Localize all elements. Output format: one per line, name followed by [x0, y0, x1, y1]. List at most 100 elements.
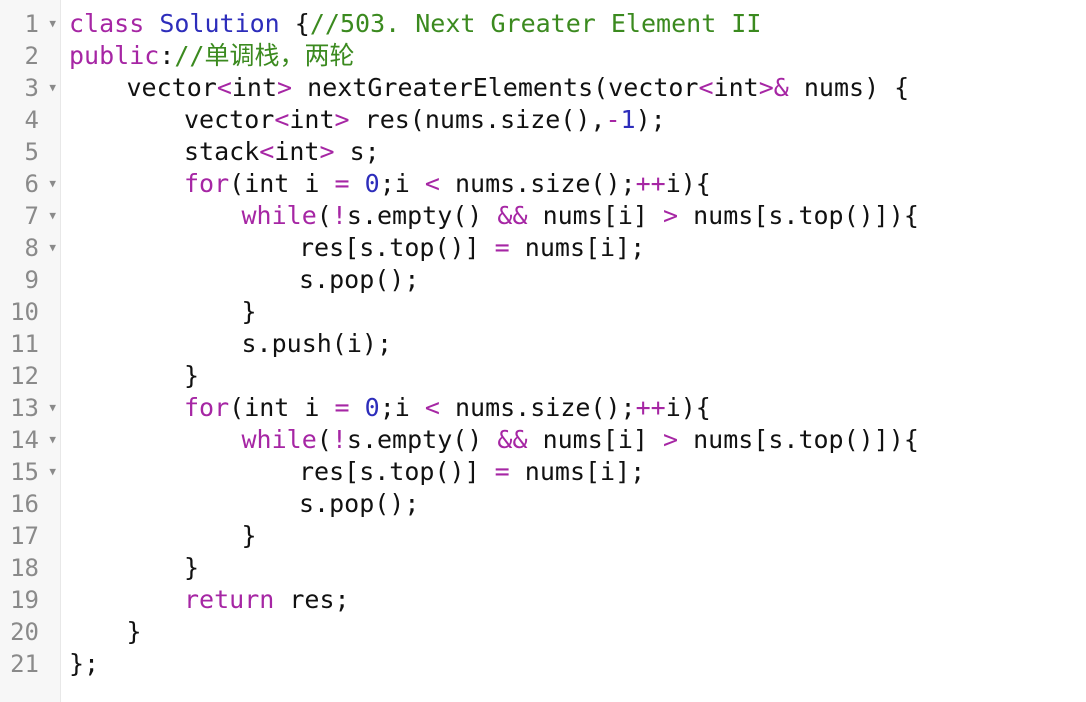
- code-line[interactable]: for(int i = 0;i < nums.size();++i){: [61, 392, 1086, 424]
- code-token-op: <: [424, 169, 440, 198]
- line-number: 11: [10, 330, 39, 358]
- code-token-op: ++: [635, 393, 666, 422]
- code-token-plain: int: [289, 105, 335, 134]
- code-line-text: s.pop();: [299, 264, 419, 296]
- code-line[interactable]: }: [61, 616, 1086, 648]
- code-area[interactable]: class Solution {//503. Next Greater Elem…: [61, 0, 1086, 702]
- code-token-plain: s.empty(): [346, 201, 498, 230]
- gutter-row: 9: [0, 264, 61, 296]
- code-line[interactable]: return res;: [61, 584, 1086, 616]
- code-token-class: Solution: [159, 9, 280, 38]
- gutter-row: 14 ▼: [0, 424, 61, 456]
- code-line[interactable]: vector<int> res(nums.size(),-1);: [61, 104, 1086, 136]
- gutter-row: 11: [0, 328, 61, 360]
- code-line[interactable]: }: [61, 360, 1086, 392]
- code-line[interactable]: s.pop();: [61, 488, 1086, 520]
- line-number: 13: [10, 394, 39, 422]
- code-token-plain: (int i: [229, 393, 335, 422]
- code-token-op: =: [334, 393, 350, 422]
- gutter-row: 8 ▼: [0, 232, 61, 264]
- fold-arrow-icon[interactable]: ▼: [49, 168, 56, 200]
- line-number: 12: [10, 362, 39, 390]
- code-line[interactable]: while(!s.empty() && nums[i] > nums[s.top…: [61, 424, 1086, 456]
- code-token-keyword: for: [184, 393, 230, 422]
- fold-arrow-icon[interactable]: ▼: [49, 72, 56, 104]
- code-token-op: >: [662, 425, 679, 454]
- gutter-row: 19: [0, 584, 61, 616]
- code-line[interactable]: while(!s.empty() && nums[i] > nums[s.top…: [61, 200, 1086, 232]
- code-token-op: =: [494, 457, 510, 486]
- code-token-plain: res[s.top()]: [299, 457, 495, 486]
- code-line-text: for(int i = 0;i < nums.size();++i){: [184, 392, 711, 424]
- code-token-keyword: public: [69, 41, 160, 70]
- fold-arrow-icon[interactable]: ▼: [49, 456, 56, 488]
- code-line[interactable]: }: [61, 520, 1086, 552]
- code-token-plain: ;i: [379, 169, 425, 198]
- code-line[interactable]: }: [61, 552, 1086, 584]
- code-line[interactable]: s.pop();: [61, 264, 1086, 296]
- code-line-text: }: [184, 360, 199, 392]
- code-token-op: -: [605, 105, 621, 134]
- code-line[interactable]: }: [61, 296, 1086, 328]
- line-number: 1: [24, 10, 39, 38]
- fold-arrow-icon[interactable]: ▼: [49, 392, 56, 424]
- code-token-plain: );: [635, 105, 666, 134]
- code-token-op: >: [662, 201, 679, 230]
- code-token-plain: }: [184, 361, 200, 390]
- code-line-text: vector<int> res(nums.size(),-1);: [184, 104, 666, 136]
- gutter-row: 10: [0, 296, 61, 328]
- code-token-op: >: [334, 105, 350, 134]
- code-line-text: public://单调栈，两轮: [69, 40, 354, 72]
- code-line[interactable]: res[s.top()] = nums[i];: [61, 456, 1086, 488]
- code-token-plain: s.pop();: [299, 265, 420, 294]
- line-number: 4: [24, 106, 39, 134]
- code-token-op: !: [331, 425, 347, 454]
- code-token-keyword: while: [241, 425, 317, 454]
- code-line-text: s.pop();: [299, 488, 419, 520]
- code-token-plain: vector: [184, 105, 275, 134]
- fold-arrow-icon[interactable]: ▼: [49, 232, 56, 264]
- code-token-plain: res;: [274, 585, 350, 614]
- line-number: 17: [10, 522, 39, 550]
- code-line-text: }: [242, 520, 257, 552]
- code-token-plain: i){: [665, 169, 711, 198]
- code-token-plain: res(nums.size(),: [349, 105, 606, 134]
- gutter-row: 21: [0, 648, 61, 680]
- code-editor[interactable]: 1 ▼ 2 3 ▼ 4 5 6 ▼ 7 ▼ 8 ▼ 9 10 11 12 13 ▼ 14 ▼ 15 ▼ 16 17 18 19 20 2…: [0, 0, 1086, 702]
- code-line[interactable]: stack<int> s;: [61, 136, 1086, 168]
- code-token-plain: stack: [184, 137, 260, 166]
- code-token-op: ++: [635, 169, 666, 198]
- fold-arrow-icon[interactable]: ▼: [49, 8, 56, 40]
- code-token-plain: nums[s.top()]){: [678, 201, 919, 230]
- code-line[interactable]: vector<int> nextGreaterElements(vector<i…: [61, 72, 1086, 104]
- code-token-plain: {: [279, 9, 310, 38]
- code-token-number: 1: [620, 105, 636, 134]
- code-line-text: s.push(i);: [242, 328, 393, 360]
- code-token-plain: (: [316, 425, 332, 454]
- code-line[interactable]: };: [61, 648, 1086, 680]
- code-token-op: <: [216, 73, 232, 102]
- code-line[interactable]: s.push(i);: [61, 328, 1086, 360]
- code-line[interactable]: res[s.top()] = nums[i];: [61, 232, 1086, 264]
- code-token-op: <: [274, 105, 290, 134]
- code-line-text: class Solution {//503. Next Greater Elem…: [69, 8, 761, 40]
- code-line[interactable]: public://单调栈，两轮: [61, 40, 1086, 72]
- gutter-row: 12: [0, 360, 61, 392]
- fold-arrow-icon[interactable]: ▼: [49, 424, 56, 456]
- code-token-plain: nums[s.top()]){: [678, 425, 919, 454]
- code-token-keyword: class: [69, 9, 145, 38]
- code-token-plain: s.push(i);: [241, 329, 393, 358]
- gutter-row: 2: [0, 40, 61, 72]
- code-line[interactable]: for(int i = 0;i < nums.size();++i){: [61, 168, 1086, 200]
- code-token-plain: nums[i];: [509, 457, 646, 486]
- code-token-plain: nums[i]: [527, 425, 663, 454]
- code-token-plain: i){: [665, 393, 711, 422]
- gutter-row: 13 ▼: [0, 392, 61, 424]
- fold-arrow-icon[interactable]: ▼: [49, 200, 56, 232]
- line-number: 7: [24, 202, 39, 230]
- code-line[interactable]: class Solution {//503. Next Greater Elem…: [61, 8, 1086, 40]
- line-number: 18: [10, 554, 39, 582]
- code-token-plain: nums.size();: [439, 169, 636, 198]
- line-number: 10: [10, 298, 39, 326]
